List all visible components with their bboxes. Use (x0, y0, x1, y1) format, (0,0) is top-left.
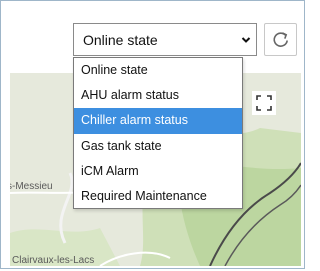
map-place-label: s-Messieu (10, 181, 53, 192)
chevron-down-icon (236, 24, 256, 55)
layer-select-value: Online state (83, 31, 158, 48)
layer-select[interactable]: Online state (73, 23, 257, 56)
dropdown-option-gas-tank-state[interactable]: Gas tank state (74, 134, 242, 159)
layer-dropdown-list: Online state AHU alarm status Chiller al… (73, 57, 243, 209)
refresh-icon (273, 31, 288, 47)
fullscreen-icon (256, 95, 272, 111)
map-place-label: Clairvaux-les-Lacs (12, 255, 95, 266)
dropdown-option-chiller-alarm-status[interactable]: Chiller alarm status (74, 108, 242, 134)
dropdown-option-online-state[interactable]: Online state (74, 58, 242, 83)
widget-panel: s-Messieu Clairvaux-les-Lacs F Online st… (0, 0, 305, 269)
fullscreen-button[interactable] (252, 91, 276, 115)
dropdown-option-ahu-alarm-status[interactable]: AHU alarm status (74, 83, 242, 108)
dropdown-option-icm-alarm[interactable]: iCM Alarm (74, 159, 242, 184)
dropdown-option-required-maintenance[interactable]: Required Maintenance (74, 184, 242, 209)
refresh-button[interactable] (264, 23, 297, 56)
